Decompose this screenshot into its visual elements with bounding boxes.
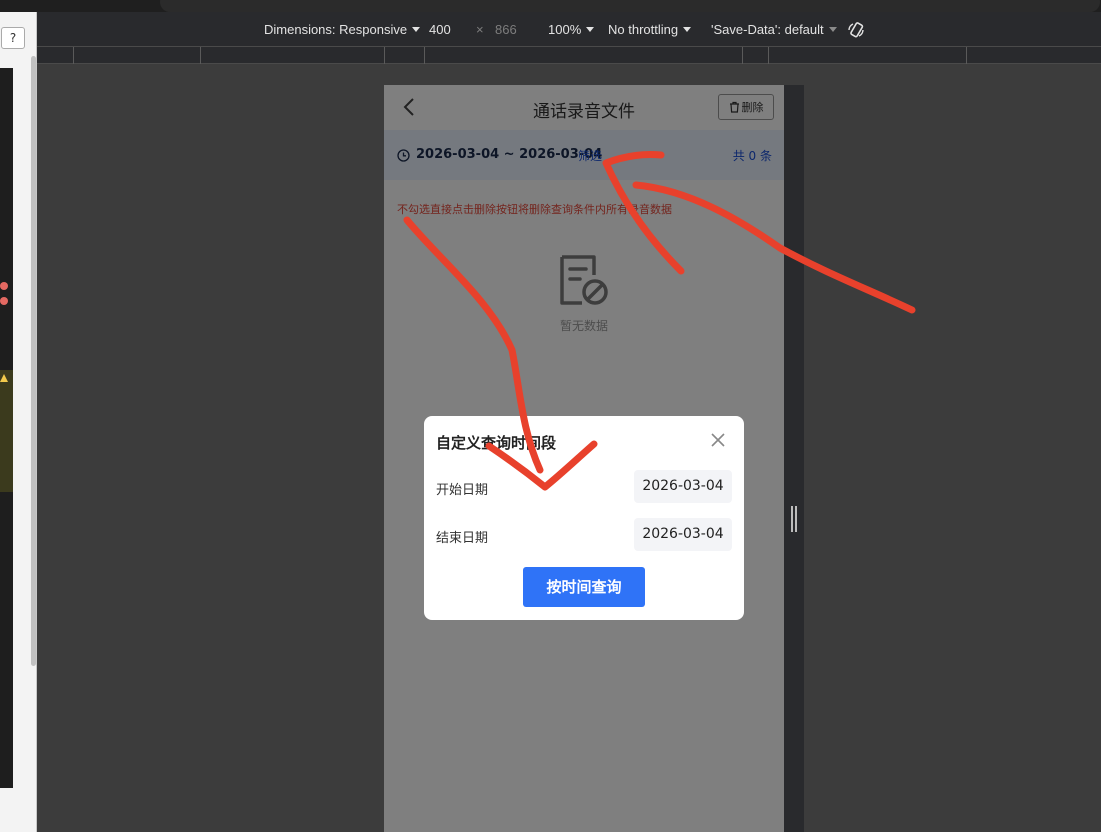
end-date-label: 结束日期 [436,531,489,546]
viewport-resize-handle[interactable] [790,506,798,532]
error-icon [0,282,8,290]
caret-down-icon [412,27,421,33]
save-data-dropdown[interactable]: 'Save-Data': default [711,22,837,37]
zoom-label: 100% [548,22,582,37]
dimensions-dropdown[interactable]: Dimensions: Responsive [264,22,421,37]
media-query-ruler[interactable] [37,46,1101,64]
zoom-dropdown[interactable]: 100% [548,22,595,37]
warning-area [0,370,13,492]
devtools-side-panel: ? [0,12,37,832]
throttling-dropdown[interactable]: No throttling [608,22,692,37]
close-icon[interactable] [710,432,726,448]
date-range-modal: 自定义查询时间段 开始日期 2026-03-04 结束日期 2026-03-04… [424,416,744,620]
caret-down-icon [828,27,837,33]
help-icon[interactable]: ? [1,27,25,49]
width-input[interactable]: 400 [429,22,451,37]
height-input[interactable]: 866 [495,22,517,37]
device-toolbar: Dimensions: Responsive 400 × 866 100% No… [37,12,1101,46]
error-icon [0,297,8,305]
end-date-field[interactable]: 2026-03-04 [634,518,732,551]
viewport-side-bar [784,85,804,832]
dimensions-label: Dimensions: Responsive [264,22,408,37]
browser-tab-strip [0,0,1101,12]
times-sign: × [476,22,484,37]
rotate-icon[interactable] [847,21,865,39]
modal-title: 自定义查询时间段 [436,434,557,452]
query-by-time-button[interactable]: 按时间查询 [523,567,645,607]
warning-icon [0,374,8,382]
start-date-field[interactable]: 2026-03-04 [634,470,732,503]
browser-address-bar[interactable] [160,0,1100,12]
start-date-label: 开始日期 [436,483,489,498]
save-data-label: 'Save-Data': default [711,22,824,37]
caret-down-icon [683,27,692,33]
throttling-label: No throttling [608,22,679,37]
caret-down-icon [586,27,595,33]
panel-scrollbar[interactable] [31,56,36,666]
